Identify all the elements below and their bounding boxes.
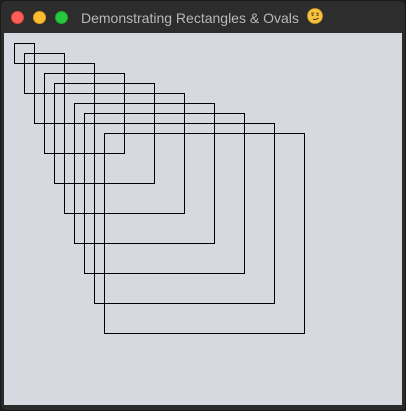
window-title: Demonstrating Rectangles & Ovals: [81, 8, 323, 28]
rectangle-8: [84, 113, 245, 274]
smirk-face-icon: [306, 8, 323, 28]
zoom-window-button[interactable]: [55, 11, 68, 24]
close-window-button[interactable]: [11, 11, 24, 24]
rectangle-7: [74, 103, 215, 244]
app-window: Demonstrating Rectangles & Ovals: [0, 0, 406, 411]
title-bar[interactable]: Demonstrating Rectangles & Ovals: [1, 1, 405, 33]
drawing-canvas: [4, 33, 402, 405]
window-title-text: Demonstrating Rectangles & Ovals: [81, 10, 299, 26]
rectangles-drawing: [14, 43, 305, 334]
minimize-window-button[interactable]: [33, 11, 46, 24]
